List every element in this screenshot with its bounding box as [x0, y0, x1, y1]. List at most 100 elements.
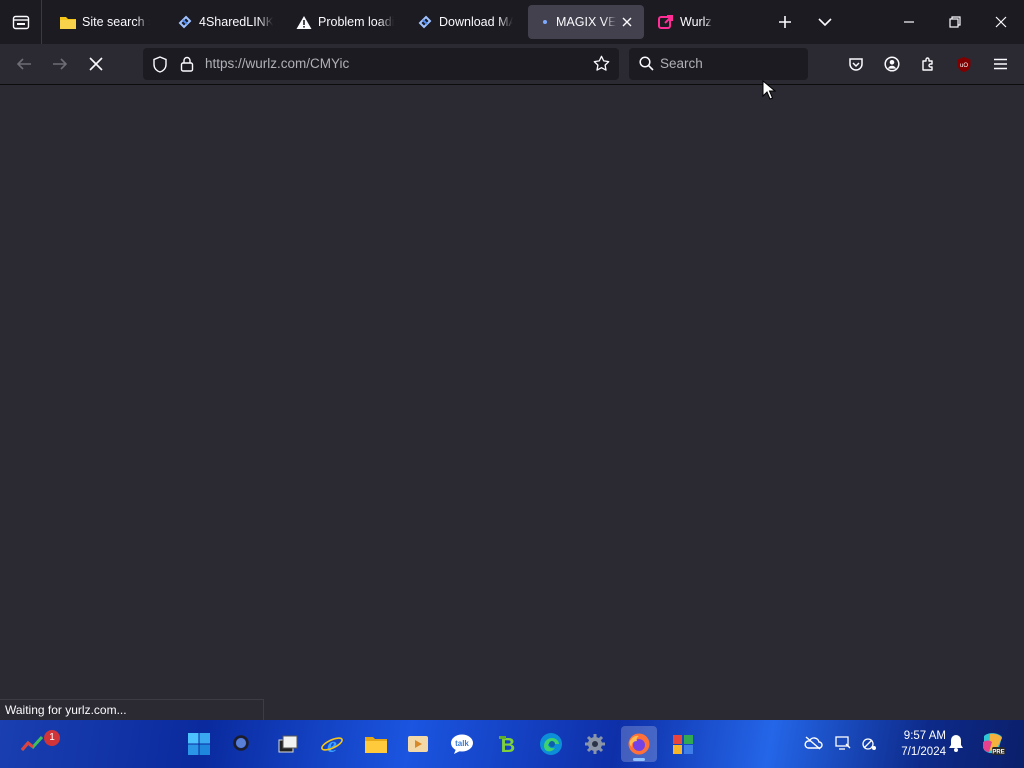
chat-app-button[interactable]: talk — [444, 726, 480, 762]
address-bar[interactable]: https://wurlz.com/CMYic — [143, 48, 619, 80]
firefox-icon — [628, 733, 650, 755]
ublock-origin-icon: uO — [957, 56, 971, 72]
clock-time: 9:57 AM — [903, 730, 946, 742]
settings-button[interactable] — [577, 726, 613, 762]
restore-icon — [949, 16, 961, 28]
minimize-icon — [904, 21, 914, 23]
loading-dot-icon — [540, 14, 550, 30]
internet-explorer-icon: e — [321, 732, 343, 756]
list-all-tabs-button[interactable] — [808, 5, 842, 39]
svg-text:e: e — [327, 732, 337, 756]
tab-label: Problem loadi — [318, 15, 394, 29]
page-content-area — [0, 85, 1024, 720]
edge-icon — [540, 733, 562, 755]
firefox-button[interactable] — [621, 726, 657, 762]
tab-close-icon[interactable] — [620, 14, 634, 30]
minimize-button[interactable] — [886, 0, 932, 44]
taskbar-clock[interactable]: 9:57 AM 7/1/2024 — [884, 728, 946, 760]
wurlz-icon — [658, 14, 674, 30]
firefox-view-icon — [12, 15, 29, 30]
notifications-bell-icon[interactable] — [945, 732, 967, 754]
widgets-button[interactable]: 1 — [14, 726, 60, 762]
search-icon — [639, 56, 654, 76]
link-icon — [177, 14, 193, 30]
network-tray-icon[interactable] — [858, 732, 880, 754]
tracking-protection-shield-icon[interactable] — [152, 56, 168, 78]
hamburger-menu-icon — [993, 58, 1007, 70]
firefox-view-button[interactable] — [0, 0, 42, 44]
windows-logo-icon — [188, 733, 210, 755]
copilot-tray-icon[interactable]: PRE — [980, 729, 1006, 757]
tab-magix-vegas[interactable]: MAGIX VEG — [528, 5, 644, 39]
forward-button[interactable] — [43, 47, 77, 81]
restore-button[interactable] — [932, 0, 978, 44]
puzzle-piece-icon — [922, 57, 933, 71]
extensions-button[interactable] — [911, 47, 945, 81]
video-player-icon — [408, 736, 428, 752]
tab-label: MAGIX VEG — [556, 15, 617, 29]
start-button[interactable] — [181, 726, 217, 762]
tab-label: Download MA — [439, 15, 513, 29]
svg-text:PRE: PRE — [992, 750, 1004, 756]
onedrive-tray-icon[interactable] — [802, 732, 824, 754]
navigation-toolbar: https://wurlz.com/CMYic Search uO — [0, 44, 1024, 85]
link-icon — [417, 14, 433, 30]
tb-app-icon: B — [499, 735, 515, 755]
tb-app-button[interactable]: B — [490, 726, 526, 762]
pocket-icon — [849, 57, 863, 71]
tab-wurlz[interactable]: Wurlz — [646, 5, 756, 39]
windows-taskbar: 1 e talk B 9:57 AM 7/1/2024 PRE — [0, 720, 1024, 768]
display-tray-icon[interactable] — [832, 732, 854, 754]
tab-4sharedlink[interactable]: 4SharedLINK L — [165, 5, 283, 39]
notification-badge: 1 — [44, 730, 60, 746]
office-app-button[interactable] — [665, 726, 701, 762]
search-placeholder: Search — [660, 56, 703, 71]
gear-icon — [585, 734, 605, 754]
new-tab-button[interactable] — [768, 5, 802, 39]
stock-chart-icon — [20, 735, 44, 751]
stop-loading-button[interactable] — [79, 47, 113, 81]
internet-explorer-button[interactable]: e — [314, 726, 350, 762]
tab-download[interactable]: Download MA — [405, 5, 523, 39]
task-view-button[interactable] — [270, 726, 306, 762]
tab-label: 4SharedLINK L — [199, 15, 273, 29]
search-icon — [233, 735, 249, 751]
file-explorer-button[interactable] — [358, 726, 394, 762]
account-button[interactable] — [875, 47, 909, 81]
search-button[interactable] — [224, 726, 260, 762]
folder-icon — [60, 14, 76, 30]
tab-site-search[interactable]: Site search » 4 — [48, 5, 160, 39]
search-bar[interactable]: Search — [629, 48, 808, 80]
browser-window: Site search » 4 4SharedLINK L Problem lo… — [0, 0, 1024, 768]
chevron-down-icon — [818, 18, 832, 27]
bookmark-star-icon[interactable] — [593, 55, 610, 77]
status-panel: Waiting for yurlz.com... — [0, 699, 264, 721]
plus-icon — [779, 16, 791, 28]
arrow-right-icon — [53, 58, 68, 70]
folder-icon — [365, 737, 387, 753]
pocket-button[interactable] — [839, 47, 873, 81]
tab-problem-loading[interactable]: Problem loadi — [284, 5, 404, 39]
ublock-origin-button[interactable]: uO — [947, 47, 981, 81]
arrow-left-icon — [16, 58, 31, 70]
edge-button[interactable] — [533, 726, 569, 762]
back-button[interactable] — [7, 47, 41, 81]
stop-icon — [89, 57, 103, 71]
svg-text:talk: talk — [455, 739, 469, 748]
close-window-button[interactable] — [978, 0, 1024, 44]
tab-label: Wurlz — [680, 15, 712, 29]
svg-text:uO: uO — [960, 63, 968, 69]
lock-icon[interactable] — [180, 56, 194, 77]
account-icon — [884, 56, 900, 72]
talk-bubble-icon: talk — [451, 734, 473, 754]
url-text[interactable]: https://wurlz.com/CMYic — [205, 48, 349, 80]
app-menu-button[interactable] — [983, 47, 1017, 81]
video-app-button[interactable] — [400, 726, 436, 762]
task-view-icon — [278, 735, 298, 753]
tab-label: Site search » 4 — [82, 15, 150, 29]
tab-strip: Site search » 4 4SharedLINK L Problem lo… — [0, 0, 1024, 44]
clock-date: 7/1/2024 — [901, 746, 946, 758]
mouse-cursor-icon — [762, 80, 776, 100]
warning-icon — [296, 14, 312, 30]
office-app-icon — [673, 735, 693, 754]
